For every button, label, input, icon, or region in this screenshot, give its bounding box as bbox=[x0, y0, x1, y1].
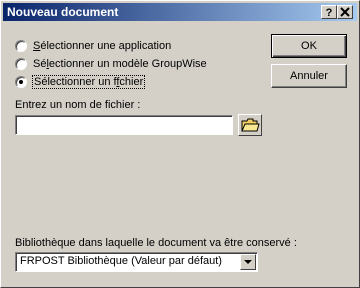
library-dropdown-button[interactable] bbox=[240, 254, 256, 270]
browse-button[interactable] bbox=[238, 114, 262, 136]
dialog-title: Nouveau document bbox=[7, 5, 119, 19]
chevron-down-icon bbox=[244, 260, 252, 264]
radio-select-file[interactable] bbox=[15, 76, 27, 88]
library-label: Bibliothèque dans laquelle le document v… bbox=[15, 237, 297, 249]
library-selected-value: FRPOST Bibliothèque (Valeur par défaut) bbox=[20, 255, 222, 267]
close-button[interactable] bbox=[337, 5, 353, 19]
option-label-application: Sélectionner une application bbox=[33, 40, 172, 52]
option-select-application[interactable]: Sélectionner une application bbox=[15, 38, 171, 54]
filename-label: Entrez un nom de fichier : bbox=[15, 99, 141, 111]
ok-button[interactable]: OK bbox=[271, 34, 347, 58]
option-select-template[interactable]: Sélectionner un modèle GroupWise bbox=[15, 56, 207, 72]
radio-selected-dot bbox=[19, 80, 23, 84]
option-select-file[interactable]: Sélectionner un ffchier bbox=[15, 74, 146, 90]
option-label-file: Sélectionner un ffchier bbox=[31, 75, 146, 89]
option-label-template: Sélectionner un modèle GroupWise bbox=[33, 58, 207, 70]
filename-input[interactable] bbox=[15, 115, 233, 135]
cancel-button[interactable]: Annuler bbox=[271, 64, 347, 88]
radio-select-application[interactable] bbox=[15, 40, 27, 52]
folder-icon bbox=[241, 118, 260, 132]
radio-select-template[interactable] bbox=[15, 58, 27, 70]
help-button[interactable]: ? bbox=[321, 5, 337, 19]
new-document-dialog: Nouveau document ? Sélectionner une appl… bbox=[0, 0, 360, 288]
title-bar: Nouveau document ? bbox=[3, 3, 357, 21]
close-icon bbox=[340, 7, 350, 17]
library-select[interactable]: FRPOST Bibliothèque (Valeur par défaut) bbox=[15, 252, 258, 272]
